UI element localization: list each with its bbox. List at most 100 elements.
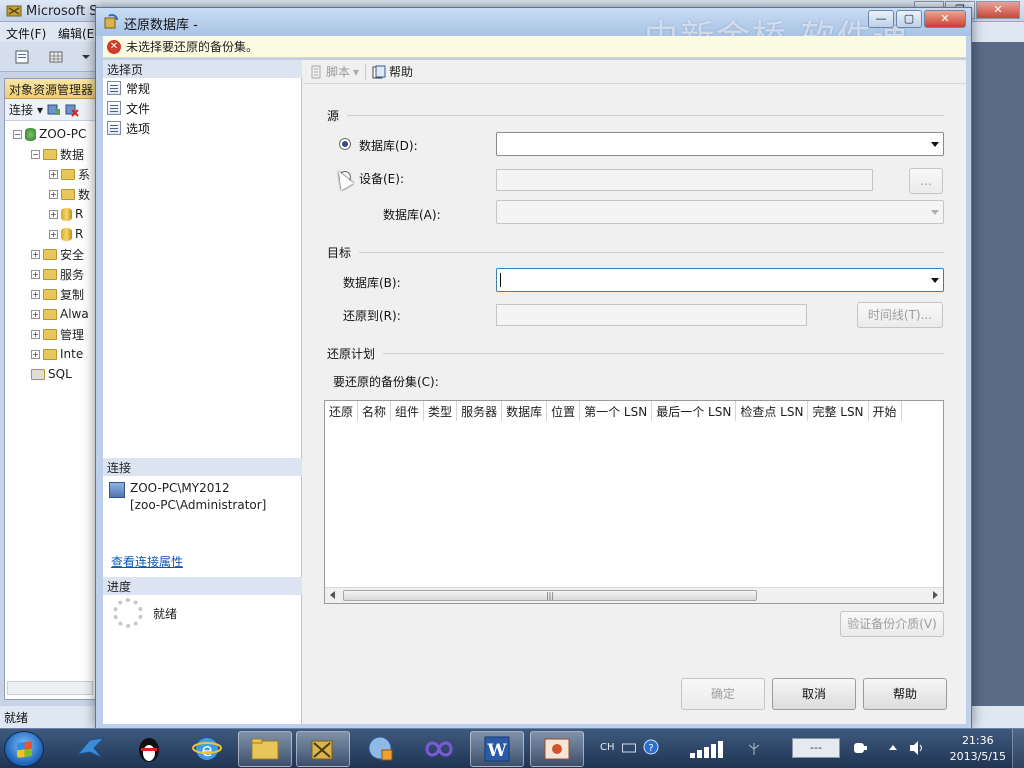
tray-expand-icon[interactable] <box>888 743 898 753</box>
view-connection-properties-link[interactable]: 查看连接属性 <box>111 553 183 570</box>
tree-node[interactable]: SQL <box>31 365 72 383</box>
expand-toggle-icon[interactable]: + <box>49 169 58 179</box>
help-circle-icon[interactable]: ? <box>643 739 659 755</box>
restore-to-textbox[interactable] <box>496 304 807 326</box>
script-dropdown-icon[interactable]: ▾ <box>353 65 359 79</box>
battery-status-box[interactable]: --- <box>792 738 840 758</box>
keyboard-icon[interactable] <box>622 742 636 754</box>
help-toolbar-button[interactable]: 帮助 <box>372 63 413 80</box>
server-icon <box>109 482 125 498</box>
grid-column-header[interactable]: 最后一个 LSN <box>652 401 737 421</box>
ok-button[interactable]: 确定 <box>681 678 765 710</box>
expand-toggle-icon[interactable]: − <box>31 149 40 159</box>
grid-column-header[interactable]: 第一个 LSN <box>580 401 653 421</box>
verify-backup-media-button[interactable]: 验证备份介质(V) <box>840 611 944 637</box>
power-plug-icon[interactable] <box>850 740 868 756</box>
dialog-titlebar[interactable]: 还原数据库 - 中新金桥 软件通 — ▢ ✕ <box>96 8 971 58</box>
tree-node[interactable]: + 复制 <box>31 285 84 303</box>
tree-node[interactable]: + Alwa <box>31 305 89 323</box>
restore-plan-divider <box>383 353 944 354</box>
show-desktop-button[interactable] <box>1012 729 1024 768</box>
expand-toggle-icon[interactable]: + <box>49 209 58 219</box>
ssms-close-button[interactable]: ✕ <box>976 1 1020 19</box>
taskbar-app-word[interactable]: W <box>470 731 524 767</box>
grid-column-header[interactable]: 类型 <box>424 401 458 421</box>
dialog-maximize-button[interactable]: ▢ <box>896 10 922 28</box>
taskbar-app-explorer[interactable] <box>238 731 292 767</box>
page-general[interactable]: 常规 <box>107 79 150 97</box>
expand-toggle-icon[interactable]: + <box>31 269 40 279</box>
grid-hscrollbar[interactable]: ||| <box>325 587 943 603</box>
menu-file[interactable]: 文件(F) <box>6 25 46 42</box>
connect-dropdown-icon[interactable]: ▾ <box>37 103 43 117</box>
dialog-close-button[interactable]: ✕ <box>924 10 966 28</box>
grid-column-header[interactable]: 名称 <box>358 401 392 421</box>
taskbar-app-vs[interactable] <box>412 731 466 767</box>
connect-button[interactable]: 连接 <box>9 101 33 118</box>
taskbar-app-qq[interactable] <box>122 731 176 767</box>
source-device-label: 设备(E): <box>359 172 404 186</box>
taskbar-app-presentation[interactable] <box>530 731 584 767</box>
tree-node[interactable]: + 安全 <box>31 245 84 263</box>
scroll-right-icon[interactable] <box>933 591 938 599</box>
scroll-thumb[interactable]: ||| <box>343 590 757 601</box>
grid-column-header[interactable]: 组件 <box>391 401 425 421</box>
new-query-icon[interactable] <box>14 49 30 65</box>
timeline-button[interactable]: 时间线(T)... <box>857 302 943 328</box>
source-device-textbox[interactable] <box>496 169 873 191</box>
tree-node[interactable]: + Inte <box>31 345 83 363</box>
tree-node[interactable]: + R <box>49 205 83 223</box>
tree-node-label: R <box>75 227 84 241</box>
taskbar-app-network[interactable] <box>354 731 408 767</box>
grid-column-header[interactable]: 位置 <box>547 401 581 421</box>
start-button[interactable] <box>4 731 44 767</box>
expand-toggle-icon[interactable]: + <box>49 229 58 239</box>
page-options[interactable]: 选项 <box>107 119 150 137</box>
destination-database-combo[interactable] <box>496 268 944 292</box>
connect-server-icon[interactable] <box>47 103 61 117</box>
tree-node[interactable]: + 服务 <box>31 265 84 283</box>
source-database-combo[interactable] <box>496 132 944 156</box>
cancel-button[interactable]: 取消 <box>772 678 856 710</box>
system-clock[interactable]: 21:36 2013/5/15 <box>950 733 1006 765</box>
taskbar-app-ssms[interactable] <box>296 731 350 767</box>
menu-edit[interactable]: 编辑(E <box>58 25 94 42</box>
tree-node[interactable]: + 系 <box>49 165 90 183</box>
expand-toggle-icon[interactable]: + <box>31 249 40 259</box>
scroll-left-icon[interactable] <box>330 591 335 599</box>
help-button[interactable]: 帮助 <box>863 678 947 710</box>
grid-column-header[interactable]: 检查点 LSN <box>736 401 809 421</box>
object-explorer-hscrollbar[interactable] <box>7 681 93 695</box>
expand-toggle-icon[interactable]: + <box>31 289 40 299</box>
grid-column-header[interactable]: 服务器 <box>457 401 503 421</box>
dialog-minimize-button[interactable]: — <box>868 10 894 28</box>
tree-node[interactable]: − ZOO-PC <box>13 125 86 143</box>
volume-icon[interactable] <box>908 740 926 756</box>
expand-toggle-icon[interactable]: + <box>49 189 58 199</box>
grid-column-header[interactable]: 还原 <box>325 401 359 421</box>
taskbar-app-bird[interactable] <box>64 731 118 767</box>
expand-toggle-icon[interactable]: + <box>31 329 40 339</box>
expand-toggle-icon[interactable]: + <box>31 309 40 319</box>
tree-node[interactable]: + 数 <box>49 185 90 203</box>
device-browse-button[interactable]: ... <box>909 168 943 194</box>
grid-column-header[interactable]: 数据库 <box>502 401 548 421</box>
tree-node[interactable]: + R <box>49 225 83 243</box>
backup-sets-grid[interactable]: 还原 名称 组件 类型 服务器 数据库 位置 第一个 LSN 最后一个 LSN 检查点 LSN 完整… <box>324 400 944 604</box>
input-language-indicator[interactable]: CH <box>600 742 615 753</box>
source-database-radio[interactable] <box>339 138 351 150</box>
taskbar-app-ie[interactable]: e <box>180 731 234 767</box>
disconnect-icon[interactable] <box>65 103 79 117</box>
source-database-a-combo[interactable] <box>496 200 944 224</box>
toolbar-dropdown-icon[interactable] <box>78 49 94 65</box>
tree-node[interactable]: − 数据 <box>31 145 84 163</box>
tree-node[interactable]: + 管理 <box>31 325 84 343</box>
wireless-icon[interactable] <box>746 739 762 757</box>
expand-toggle-icon[interactable]: + <box>31 349 40 359</box>
grid-column-header[interactable]: 开始 <box>868 401 902 421</box>
expand-toggle-icon[interactable]: − <box>13 129 22 139</box>
grid-icon[interactable] <box>48 49 64 65</box>
page-files[interactable]: 文件 <box>107 99 150 117</box>
script-button[interactable]: 脚本 ▾ <box>309 63 359 80</box>
grid-column-header[interactable]: 完整 LSN <box>808 401 869 421</box>
